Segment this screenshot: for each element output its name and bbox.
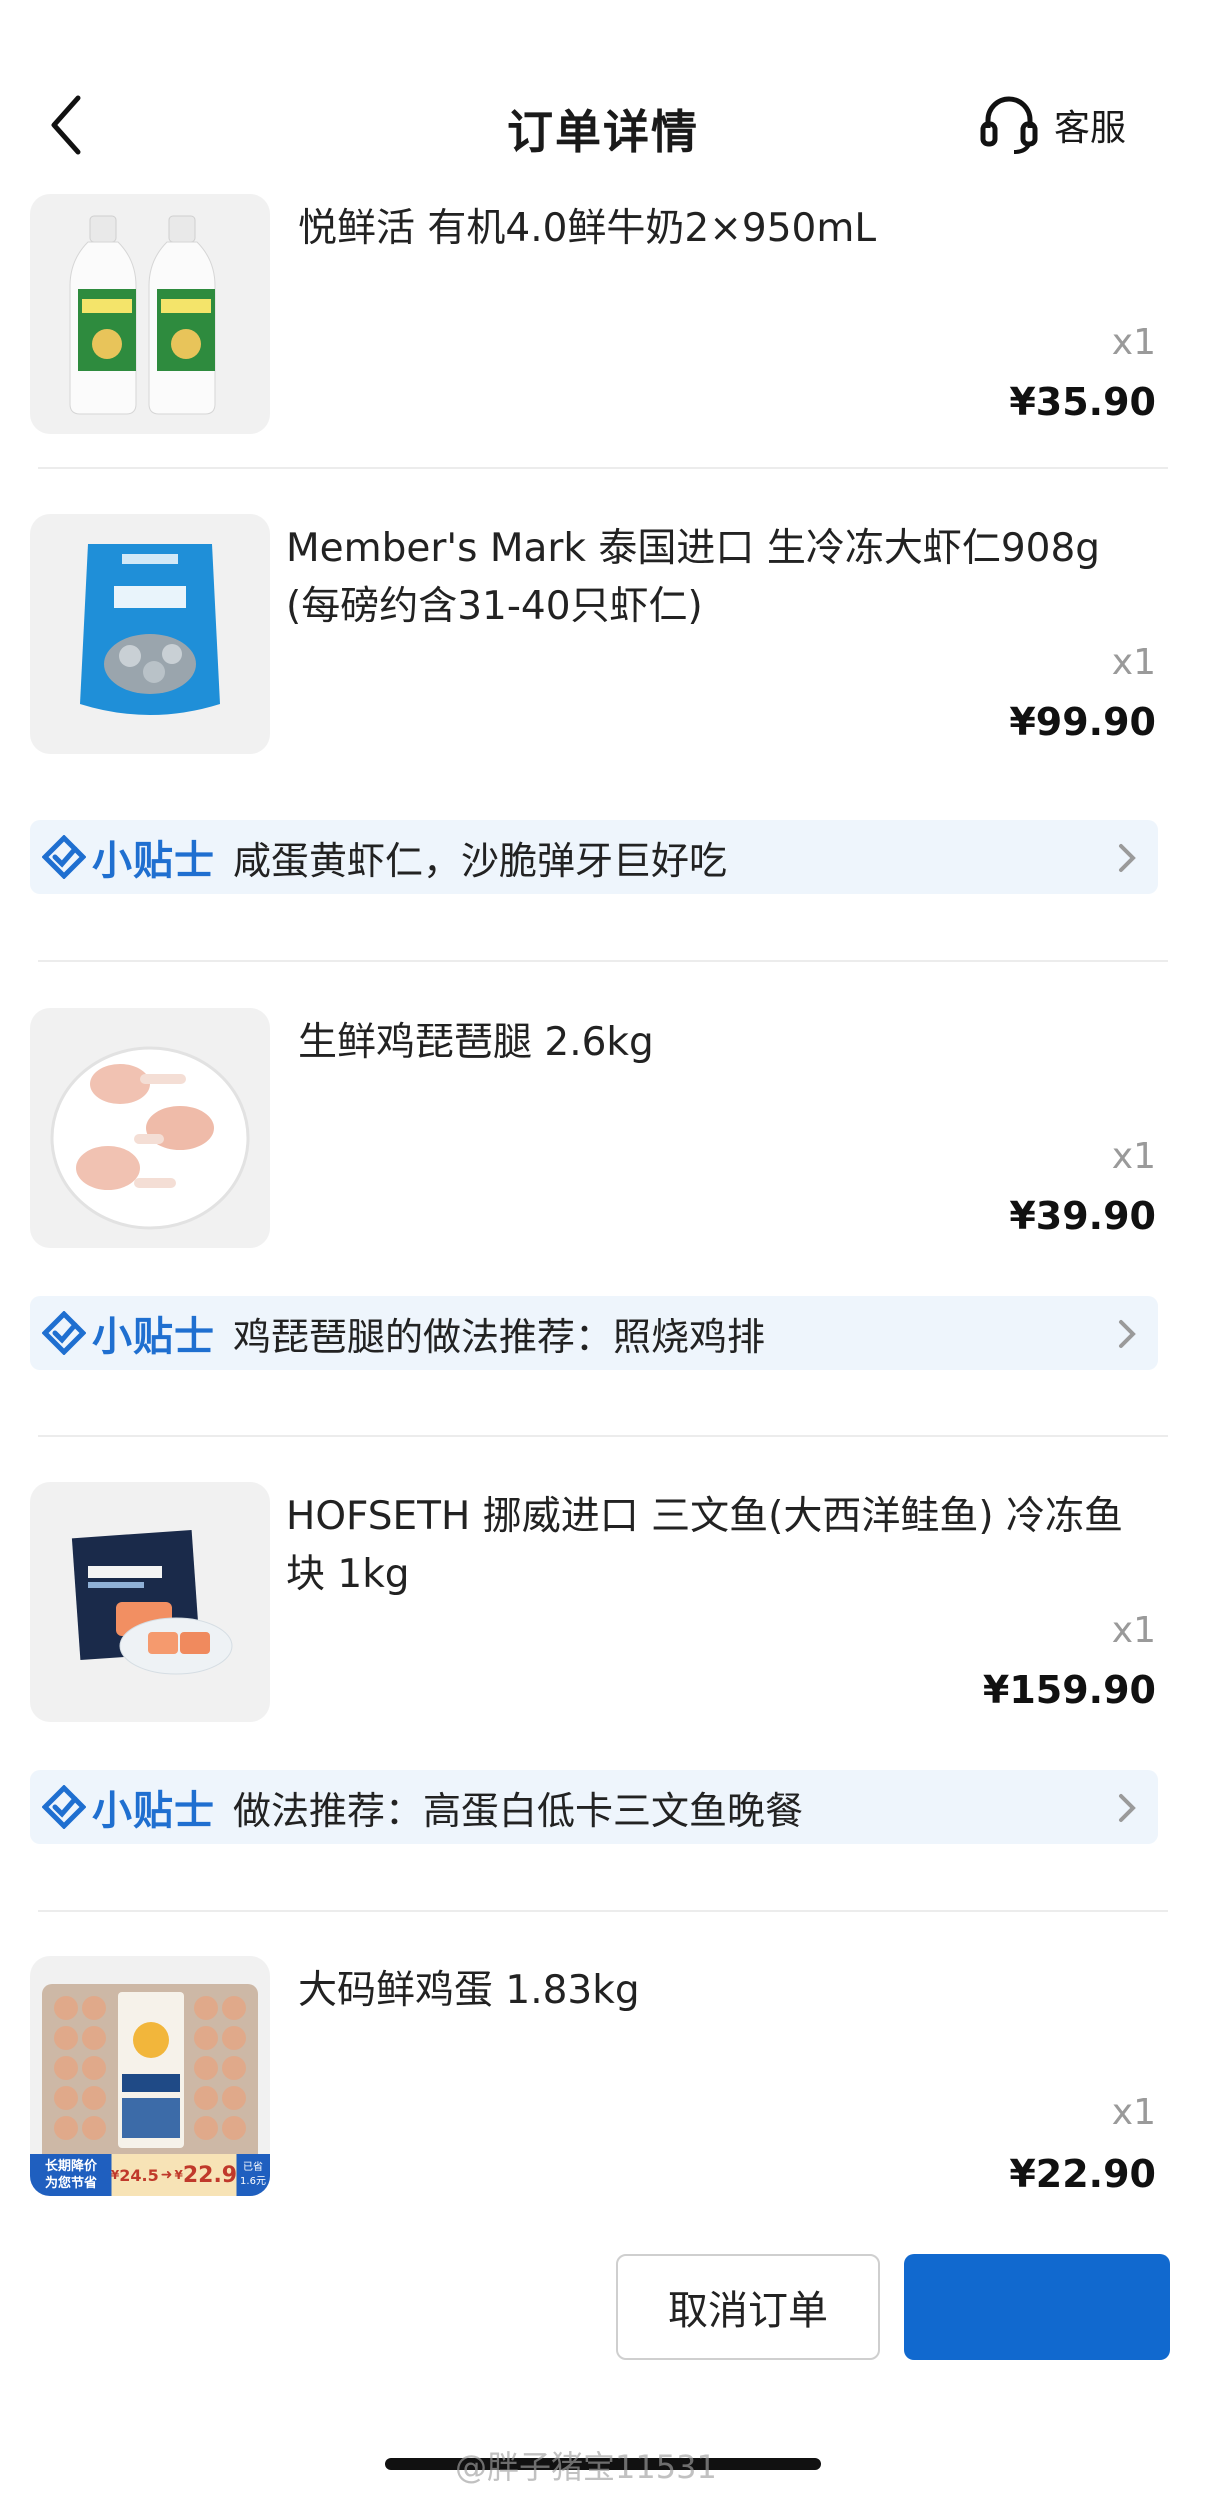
- promo-label-line1: 长期降价: [44, 2159, 97, 2174]
- tip-text: 做法推荐：高蛋白低卡三文鱼晚餐: [233, 1788, 804, 1833]
- customer-service-label: 客服: [1054, 108, 1127, 149]
- tip-title: 小贴士: [92, 1788, 215, 1834]
- tip-text: 咸蛋黄虾仁，沙脆弹牙巨好吃: [233, 838, 728, 883]
- cancel-order-button[interactable]: 取消订单: [616, 2254, 880, 2360]
- product-image: [30, 1008, 270, 1248]
- product-image: [30, 514, 270, 754]
- divider: [38, 1435, 1168, 1437]
- watermark: @胖子猪宝11531: [455, 2448, 717, 2486]
- promo-saved-line1: 已省: [243, 2162, 263, 2173]
- tip-badge: 小贴士: [42, 1778, 215, 1836]
- promo-label-line2: 为您节省: [44, 2176, 97, 2191]
- tip-title: 小贴士: [92, 1314, 215, 1360]
- product-quantity: x1: [1111, 1136, 1156, 1177]
- chevron-right-icon: [1119, 1320, 1136, 1348]
- primary-action-button[interactable]: [904, 2254, 1170, 2360]
- product-name: Member's Mark 泰国进口 生冷冻大虾仁908g (每磅约含31-40…: [286, 526, 1101, 629]
- promo-saved-line2: 1.6元: [240, 2176, 266, 2187]
- product-quantity: x1: [1111, 642, 1156, 683]
- product-name: 生鲜鸡琵琶腿 2.6kg: [298, 1020, 654, 1065]
- tip-banner[interactable]: 小贴士 鸡琵琶腿的做法推荐：照烧鸡排: [30, 1296, 1158, 1370]
- tip-badge: 小贴士: [42, 1304, 215, 1362]
- tip-banner[interactable]: 小贴士 做法推荐：高蛋白低卡三文鱼晚餐: [30, 1770, 1158, 1844]
- product-price: ¥35.90: [1009, 380, 1156, 424]
- divider: [38, 1910, 1168, 1912]
- tip-check-icon: [42, 1311, 86, 1355]
- product-price: ¥99.90: [1009, 700, 1156, 744]
- tip-badge: 小贴士: [42, 828, 215, 886]
- product-price: ¥39.90: [1009, 1194, 1156, 1238]
- product-quantity: x1: [1111, 322, 1156, 363]
- product-price: ¥159.90: [982, 1668, 1156, 1712]
- tip-banner[interactable]: 小贴士 咸蛋黄虾仁，沙脆弹牙巨好吃: [30, 820, 1158, 894]
- tip-check-icon: [42, 1785, 86, 1829]
- promo-new-price: 22.9: [182, 2162, 238, 2188]
- chevron-right-icon: [1119, 844, 1136, 872]
- product-quantity: x1: [1111, 1610, 1156, 1651]
- product-image: 长期降价 为您节省 ¥24.5 ➜ ¥22.9 已省 1.6元: [30, 1956, 270, 2196]
- headset-icon: [980, 96, 1038, 154]
- tip-text: 鸡琵琶腿的做法推荐：照烧鸡排: [233, 1314, 766, 1359]
- customer-service-button[interactable]: 客服: [980, 90, 1126, 160]
- product-name: 大码鲜鸡蛋 1.83kg: [298, 1968, 640, 2013]
- product-image: [30, 194, 270, 434]
- tip-check-icon: [42, 835, 86, 879]
- nav-header: 订单详情 客服: [0, 0, 1206, 200]
- chevron-right-icon: [1119, 1794, 1136, 1822]
- tip-title: 小贴士: [92, 838, 215, 884]
- divider: [38, 960, 1168, 962]
- product-name: 悦鲜活 有机4.0鲜牛奶2×950mL: [298, 206, 877, 251]
- product-name: HOFSETH 挪威进口 三文鱼(大西洋鲑鱼) 冷冻鱼块 1kg: [286, 1494, 1123, 1597]
- promo-old-price: 24.5: [119, 2165, 159, 2185]
- arrow-right-icon: ➜: [160, 2167, 173, 2183]
- product-image: [30, 1482, 270, 1722]
- price-drop-promo-bar: 长期降价 为您节省 ¥24.5 ➜ ¥22.9 已省 1.6元: [30, 2154, 270, 2196]
- divider: [38, 467, 1168, 469]
- product-price: ¥22.90: [1009, 2152, 1156, 2196]
- product-quantity: x1: [1111, 2092, 1156, 2133]
